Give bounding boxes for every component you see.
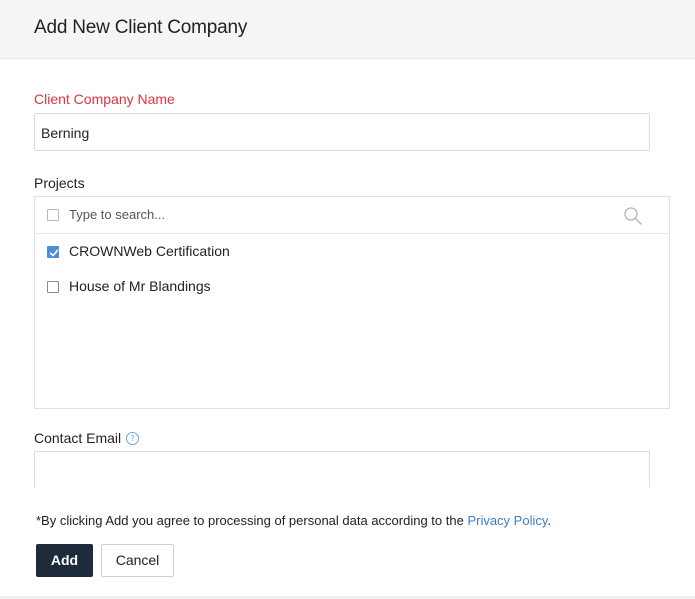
add-button[interactable]: Add bbox=[36, 544, 93, 577]
projects-multiselect: Type to search... CROWNWeb Certification… bbox=[34, 196, 670, 409]
checkmark-icon bbox=[49, 249, 59, 257]
company-name-input[interactable]: Berning bbox=[34, 113, 650, 151]
project-label: CROWNWeb Certification bbox=[69, 243, 230, 259]
company-name-label: Client Company Name bbox=[34, 91, 175, 107]
project-item-crownweb[interactable]: CROWNWeb Certification bbox=[35, 237, 669, 267]
projects-search-input[interactable]: Type to search... bbox=[69, 207, 165, 222]
dialog-header: Add New Client Company bbox=[0, 0, 695, 59]
contact-email-label: Contact Email bbox=[34, 430, 122, 446]
company-name-value: Berning bbox=[41, 125, 90, 141]
dialog-title: Add New Client Company bbox=[34, 17, 248, 38]
question-circle-icon[interactable]: ? bbox=[126, 432, 139, 445]
select-all-checkbox[interactable] bbox=[47, 209, 59, 221]
project-checkbox-checked[interactable] bbox=[47, 246, 59, 258]
project-checkbox[interactable] bbox=[47, 281, 59, 293]
add-client-company-dialog: Add New Client Company Client Company Na… bbox=[0, 0, 695, 599]
projects-label: Projects bbox=[34, 175, 85, 191]
project-item-house-of-mr-blandings[interactable]: House of Mr Blandings bbox=[35, 272, 669, 302]
consent-text: *By clicking Add you agree to processing… bbox=[36, 513, 551, 528]
projects-search-row: Type to search... bbox=[35, 197, 669, 234]
cancel-button[interactable]: Cancel bbox=[101, 544, 174, 577]
search-icon bbox=[624, 207, 642, 225]
privacy-policy-link[interactable]: Privacy Policy bbox=[467, 513, 547, 528]
contact-email-input[interactable] bbox=[34, 451, 650, 487]
consent-suffix: . bbox=[547, 513, 552, 528]
project-label: House of Mr Blandings bbox=[69, 278, 211, 294]
consent-prefix: *By clicking Add you agree to processing… bbox=[36, 513, 468, 528]
dialog-footer: *By clicking Add you agree to processing… bbox=[0, 487, 695, 599]
